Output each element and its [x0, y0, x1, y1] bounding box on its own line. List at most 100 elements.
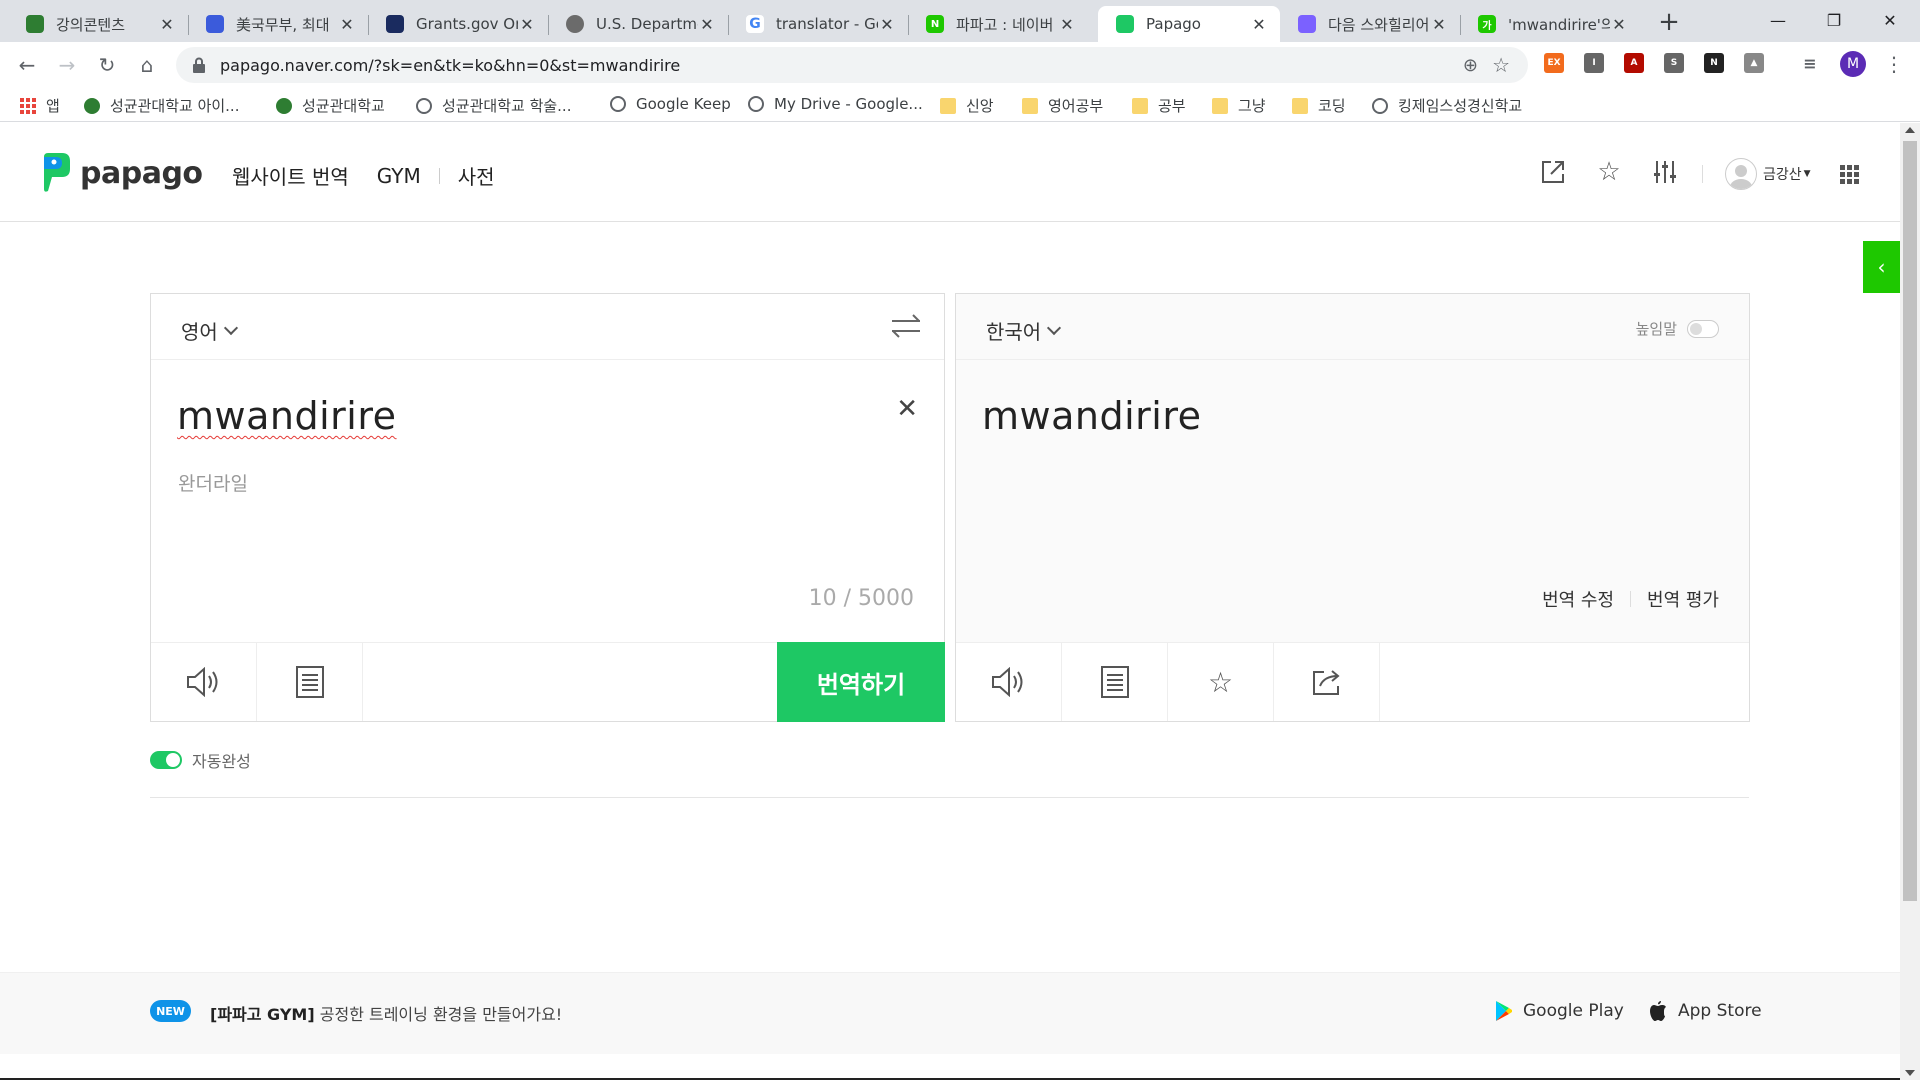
extension-drive-icon[interactable]: ▲: [1744, 53, 1764, 73]
google-play-icon: [1495, 1000, 1513, 1022]
swap-languages-icon[interactable]: [892, 314, 920, 338]
bookmark-item[interactable]: 성균관대학교: [276, 95, 385, 116]
papago-icon: [1116, 15, 1134, 33]
tab-0[interactable]: 강의콘텐츠 ✕: [8, 6, 188, 42]
autocomplete-toggle[interactable]: 자동완성: [150, 748, 251, 772]
speaker-icon[interactable]: [956, 643, 1062, 721]
reload-button[interactable]: ↻: [92, 50, 122, 80]
minimize-button[interactable]: —: [1750, 0, 1806, 40]
close-icon[interactable]: ✕: [158, 15, 176, 34]
papago-page: papago 웹사이트 번역 GYM 사전 ☆ 금강산 ▼ ‹ 영어 mwand…: [0, 123, 1920, 1080]
extension-i-icon[interactable]: I: [1584, 53, 1604, 73]
close-window-button[interactable]: ✕: [1862, 0, 1918, 40]
external-link-icon[interactable]: [1538, 157, 1568, 187]
tab-1[interactable]: 美국무부, 최대 ✕: [188, 6, 368, 42]
close-icon[interactable]: ✕: [1058, 15, 1076, 34]
gym-notice-link[interactable]: [파파고 GYM] 공정한 트레이닝 환경을 만들어가요!: [210, 1001, 562, 1025]
bookmark-star-icon[interactable]: ☆: [1492, 53, 1510, 77]
user-avatar-icon: [1725, 158, 1757, 190]
back-button[interactable]: ←: [12, 50, 42, 80]
page-scrollbar[interactable]: [1900, 123, 1920, 1080]
tab-3[interactable]: U.S. Departmen ✕: [548, 6, 728, 42]
forward-button[interactable]: →: [52, 50, 82, 80]
source-text-input[interactable]: mwandirire: [177, 394, 397, 438]
menu-icon[interactable]: ⋮: [1884, 52, 1904, 76]
nav-website-translate[interactable]: 웹사이트 번역: [232, 161, 349, 190]
media-control-icon[interactable]: ≡: [1800, 53, 1820, 73]
naver-dict-icon: 가: [1478, 15, 1496, 33]
daum-icon: [1298, 15, 1316, 33]
favorites-star-icon[interactable]: ☆: [1594, 157, 1624, 187]
app-store-link[interactable]: App Store: [1650, 1000, 1762, 1022]
shield-icon: [206, 15, 224, 33]
profile-avatar[interactable]: M: [1840, 51, 1866, 77]
nav-dictionary[interactable]: 사전: [458, 161, 495, 190]
chevron-left-icon: ‹: [1877, 255, 1886, 279]
favorite-star-icon[interactable]: ☆: [1168, 643, 1274, 721]
speaker-icon[interactable]: [151, 643, 257, 721]
target-language-select[interactable]: 한국어: [986, 316, 1062, 345]
tab-4[interactable]: G translator - Go ✕: [728, 6, 908, 42]
bookmark-folder[interactable]: 코딩: [1292, 95, 1346, 116]
tab-8[interactable]: 가 'mwandirire'의 ✕: [1460, 6, 1640, 42]
scroll-up-icon[interactable]: [1905, 127, 1915, 133]
bookmark-item[interactable]: 성균관대학교 학술...: [416, 95, 571, 116]
extension-s-icon[interactable]: S: [1664, 53, 1684, 73]
new-tab-button[interactable]: +: [1655, 8, 1683, 36]
bookmark-folder[interactable]: 영어공부: [1022, 95, 1103, 116]
apps-grid-icon[interactable]: [1840, 165, 1859, 184]
bookmark-folder[interactable]: 그냥: [1212, 95, 1266, 116]
close-icon[interactable]: ✕: [338, 15, 356, 34]
honorific-toggle[interactable]: 높임말: [1636, 318, 1719, 339]
google-play-link[interactable]: Google Play: [1495, 1000, 1624, 1022]
scroll-thumb[interactable]: [1903, 141, 1917, 901]
restore-button[interactable]: ❐: [1806, 0, 1862, 40]
google-play-label: Google Play: [1523, 1001, 1624, 1021]
close-icon[interactable]: ✕: [698, 15, 716, 34]
toggle-switch[interactable]: [150, 751, 182, 769]
nav-gym[interactable]: GYM: [377, 164, 421, 188]
close-icon[interactable]: ✕: [1430, 15, 1448, 34]
copy-text-icon[interactable]: [1062, 643, 1168, 721]
extension-ex-icon[interactable]: EX: [1544, 53, 1564, 73]
user-menu[interactable]: 금강산 ▼: [1725, 158, 1811, 190]
source-language-label: 영어: [181, 320, 218, 344]
clear-text-icon[interactable]: ✕: [896, 394, 918, 424]
bookmark-item[interactable]: 성균관대학교 아이...: [84, 95, 239, 116]
edit-translation-link[interactable]: 번역 수정: [1542, 586, 1614, 612]
home-button[interactable]: ⌂: [132, 50, 162, 80]
tab-2[interactable]: Grants.gov Onl ✕: [368, 6, 548, 42]
share-icon[interactable]: [1274, 643, 1380, 721]
bookmark-folder[interactable]: 신앙: [940, 95, 994, 116]
close-icon[interactable]: ✕: [1610, 15, 1628, 34]
tab-strip: 강의콘텐츠 ✕ 美국무부, 최대 ✕ Grants.gov Onl ✕ U.S.…: [0, 0, 1920, 42]
extension-acrobat-icon[interactable]: A: [1624, 53, 1644, 73]
extension-notion-icon[interactable]: N: [1704, 53, 1724, 73]
apple-icon: [1650, 1000, 1668, 1022]
tab-5[interactable]: N 파파고 : 네이버 ✕: [908, 6, 1088, 42]
install-icon[interactable]: ⊕: [1463, 55, 1478, 76]
side-panel-toggle[interactable]: ‹: [1863, 241, 1900, 293]
scroll-down-icon[interactable]: [1905, 1070, 1915, 1076]
bookmark-item[interactable]: My Drive - Google...: [748, 95, 923, 113]
toggle-switch[interactable]: [1687, 319, 1719, 338]
papago-logo[interactable]: papago: [40, 153, 203, 193]
tab-7[interactable]: 다음 스와힐리어 ✕: [1280, 6, 1460, 42]
folder-icon: [1212, 97, 1228, 114]
rate-translation-link[interactable]: 번역 평가: [1647, 586, 1719, 612]
tab-6-active[interactable]: Papago ✕: [1098, 6, 1280, 42]
bookmark-item[interactable]: 킹제임스성경신학교: [1372, 95, 1522, 116]
close-icon[interactable]: ✕: [518, 15, 536, 34]
source-language-select[interactable]: 영어: [181, 316, 238, 345]
close-icon[interactable]: ✕: [1250, 15, 1268, 34]
settings-sliders-icon[interactable]: [1650, 157, 1680, 187]
translate-button[interactable]: 번역하기: [777, 642, 945, 722]
bookmark-item[interactable]: Google Keep: [610, 95, 731, 113]
notice-text: 공정한 트레이닝 환경을 만들어가요!: [319, 1005, 563, 1024]
bookmark-apps[interactable]: 앱: [20, 95, 60, 116]
close-icon[interactable]: ✕: [878, 15, 896, 34]
bookmark-folder[interactable]: 공부: [1132, 95, 1186, 116]
pronunciation-text: 완더라일: [178, 473, 248, 495]
handwriting-icon[interactable]: [257, 643, 363, 721]
omnibox[interactable]: papago.naver.com/?sk=en&tk=ko&hn=0&st=mw…: [176, 47, 1528, 83]
